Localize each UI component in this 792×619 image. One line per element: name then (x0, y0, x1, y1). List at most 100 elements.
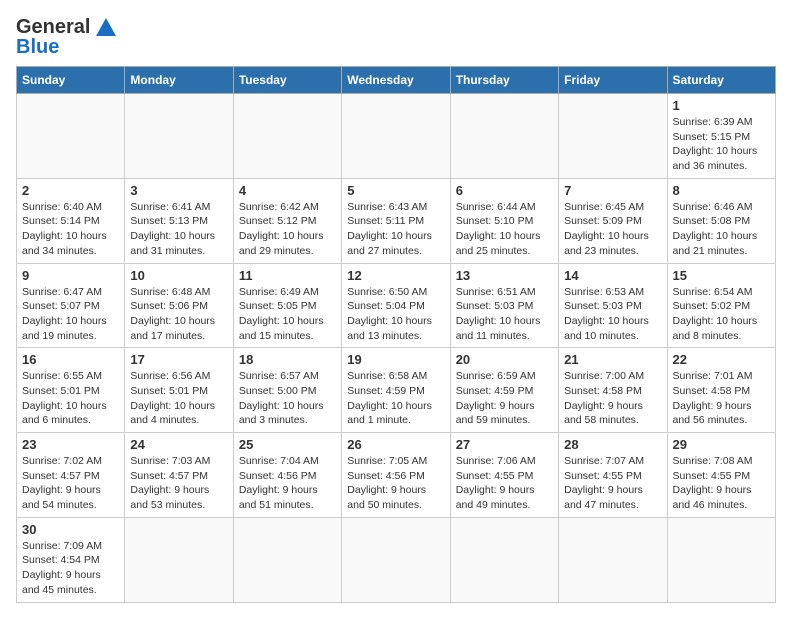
day-number: 26 (347, 437, 444, 452)
weekday-row: SundayMondayTuesdayWednesdayThursdayFrid… (17, 67, 776, 94)
day-number: 30 (22, 522, 119, 537)
logo-blue: Blue (16, 36, 59, 58)
logo-general: General (16, 16, 90, 38)
day-number: 11 (239, 268, 336, 283)
day-info: Sunrise: 6:42 AM Sunset: 5:12 PM Dayligh… (239, 200, 336, 259)
day-number: 8 (673, 183, 770, 198)
day-info: Sunrise: 7:02 AM Sunset: 4:57 PM Dayligh… (22, 454, 119, 513)
day-number: 2 (22, 183, 119, 198)
weekday-header-friday: Friday (559, 67, 667, 94)
day-number: 12 (347, 268, 444, 283)
day-number: 25 (239, 437, 336, 452)
calendar-cell: 1 Sunrise: 6:39 AM Sunset: 5:15 PM Daylig… (667, 94, 775, 179)
calendar-cell: 29 Sunrise: 7:08 AM Sunset: 4:55 PM Dayli… (667, 433, 775, 518)
calendar-week-5: 30 Sunrise: 7:09 AM Sunset: 4:54 PM Dayli… (17, 517, 776, 602)
day-info: Sunrise: 7:06 AM Sunset: 4:55 PM Dayligh… (456, 454, 553, 513)
calendar-cell: 19 Sunrise: 6:58 AM Sunset: 4:59 PM Dayli… (342, 348, 450, 433)
weekday-header-thursday: Thursday (450, 67, 558, 94)
day-info: Sunrise: 6:48 AM Sunset: 5:06 PM Dayligh… (130, 285, 227, 344)
day-number: 13 (456, 268, 553, 283)
calendar-cell: 3 Sunrise: 6:41 AM Sunset: 5:13 PM Daylig… (125, 178, 233, 263)
day-number: 10 (130, 268, 227, 283)
calendar-cell (125, 94, 233, 179)
calendar-cell: 25 Sunrise: 7:04 AM Sunset: 4:56 PM Dayli… (233, 433, 341, 518)
day-info: Sunrise: 6:56 AM Sunset: 5:01 PM Dayligh… (130, 369, 227, 428)
weekday-header-tuesday: Tuesday (233, 67, 341, 94)
day-info: Sunrise: 6:45 AM Sunset: 5:09 PM Dayligh… (564, 200, 661, 259)
calendar-cell (559, 94, 667, 179)
calendar-week-2: 9Sunrise: 6:47 AM Sunset: 5:07 PM Daylig… (17, 263, 776, 348)
day-info: Sunrise: 6:44 AM Sunset: 5:10 PM Dayligh… (456, 200, 553, 259)
day-number: 5 (347, 183, 444, 198)
day-info: Sunrise: 6:43 AM Sunset: 5:11 PM Dayligh… (347, 200, 444, 259)
calendar-cell: 28Sunrise: 7:07 AM Sunset: 4:55 PM Dayli… (559, 433, 667, 518)
calendar-cell: 18Sunrise: 6:57 AM Sunset: 5:00 PM Dayli… (233, 348, 341, 433)
calendar-cell (233, 517, 341, 602)
calendar-cell: 21Sunrise: 7:00 AM Sunset: 4:58 PM Dayli… (559, 348, 667, 433)
logo-triangle-icon (96, 18, 116, 36)
day-number: 20 (456, 352, 553, 367)
day-number: 24 (130, 437, 227, 452)
day-number: 17 (130, 352, 227, 367)
logo: General Blue (16, 16, 116, 58)
calendar-body: 1 Sunrise: 6:39 AM Sunset: 5:15 PM Daylig… (17, 94, 776, 603)
calendar-cell: 12 Sunrise: 6:50 AM Sunset: 5:04 PM Dayli… (342, 263, 450, 348)
day-info: Sunrise: 7:09 AM Sunset: 4:54 PM Dayligh… (22, 539, 119, 598)
calendar-cell (17, 94, 125, 179)
day-info: Sunrise: 6:50 AM Sunset: 5:04 PM Dayligh… (347, 285, 444, 344)
calendar-cell: 11 Sunrise: 6:49 AM Sunset: 5:05 PM Dayli… (233, 263, 341, 348)
day-number: 3 (130, 183, 227, 198)
day-info: Sunrise: 6:49 AM Sunset: 5:05 PM Dayligh… (239, 285, 336, 344)
day-number: 23 (22, 437, 119, 452)
calendar-cell: 10 Sunrise: 6:48 AM Sunset: 5:06 PM Dayli… (125, 263, 233, 348)
calendar-cell: 15Sunrise: 6:54 AM Sunset: 5:02 PM Dayli… (667, 263, 775, 348)
day-info: Sunrise: 7:04 AM Sunset: 4:56 PM Dayligh… (239, 454, 336, 513)
day-info: Sunrise: 6:46 AM Sunset: 5:08 PM Dayligh… (673, 200, 770, 259)
calendar-week-4: 23 Sunrise: 7:02 AM Sunset: 4:57 PM Dayli… (17, 433, 776, 518)
day-info: Sunrise: 6:41 AM Sunset: 5:13 PM Dayligh… (130, 200, 227, 259)
calendar-cell: 17 Sunrise: 6:56 AM Sunset: 5:01 PM Dayli… (125, 348, 233, 433)
day-info: Sunrise: 6:55 AM Sunset: 5:01 PM Dayligh… (22, 369, 119, 428)
calendar-cell: 26Sunrise: 7:05 AM Sunset: 4:56 PM Dayli… (342, 433, 450, 518)
day-number: 1 (673, 98, 770, 113)
day-number: 7 (564, 183, 661, 198)
calendar-header: SundayMondayTuesdayWednesdayThursdayFrid… (17, 67, 776, 94)
calendar-week-1: 2Sunrise: 6:40 AM Sunset: 5:14 PM Daylig… (17, 178, 776, 263)
day-info: Sunrise: 7:03 AM Sunset: 4:57 PM Dayligh… (130, 454, 227, 513)
calendar-cell: 30 Sunrise: 7:09 AM Sunset: 4:54 PM Dayli… (17, 517, 125, 602)
day-info: Sunrise: 6:51 AM Sunset: 5:03 PM Dayligh… (456, 285, 553, 344)
day-info: Sunrise: 6:57 AM Sunset: 5:00 PM Dayligh… (239, 369, 336, 428)
day-info: Sunrise: 6:58 AM Sunset: 4:59 PM Dayligh… (347, 369, 444, 428)
day-info: Sunrise: 7:00 AM Sunset: 4:58 PM Dayligh… (564, 369, 661, 428)
calendar-cell (342, 517, 450, 602)
weekday-header-sunday: Sunday (17, 67, 125, 94)
calendar-cell (559, 517, 667, 602)
calendar-cell: 13 Sunrise: 6:51 AM Sunset: 5:03 PM Dayli… (450, 263, 558, 348)
calendar-cell: 22Sunrise: 7:01 AM Sunset: 4:58 PM Dayli… (667, 348, 775, 433)
calendar-cell: 8 Sunrise: 6:46 AM Sunset: 5:08 PM Daylig… (667, 178, 775, 263)
calendar-cell (450, 94, 558, 179)
weekday-header-monday: Monday (125, 67, 233, 94)
calendar-cell (342, 94, 450, 179)
day-info: Sunrise: 7:08 AM Sunset: 4:55 PM Dayligh… (673, 454, 770, 513)
calendar-cell: 7 Sunrise: 6:45 AM Sunset: 5:09 PM Daylig… (559, 178, 667, 263)
calendar-cell: 27 Sunrise: 7:06 AM Sunset: 4:55 PM Dayli… (450, 433, 558, 518)
day-number: 15 (673, 268, 770, 283)
day-number: 29 (673, 437, 770, 452)
day-number: 19 (347, 352, 444, 367)
calendar-cell: 16 Sunrise: 6:55 AM Sunset: 5:01 PM Dayli… (17, 348, 125, 433)
calendar-cell: 23 Sunrise: 7:02 AM Sunset: 4:57 PM Dayli… (17, 433, 125, 518)
day-info: Sunrise: 7:07 AM Sunset: 4:55 PM Dayligh… (564, 454, 661, 513)
calendar-table: SundayMondayTuesdayWednesdayThursdayFrid… (16, 66, 776, 603)
calendar-cell: 24 Sunrise: 7:03 AM Sunset: 4:57 PM Dayli… (125, 433, 233, 518)
day-info: Sunrise: 6:39 AM Sunset: 5:15 PM Dayligh… (673, 115, 770, 174)
day-info: Sunrise: 6:59 AM Sunset: 4:59 PM Dayligh… (456, 369, 553, 428)
calendar-cell: 4 Sunrise: 6:42 AM Sunset: 5:12 PM Daylig… (233, 178, 341, 263)
day-number: 22 (673, 352, 770, 367)
day-number: 16 (22, 352, 119, 367)
calendar-cell: 2Sunrise: 6:40 AM Sunset: 5:14 PM Daylig… (17, 178, 125, 263)
day-number: 6 (456, 183, 553, 198)
calendar-cell (125, 517, 233, 602)
day-number: 27 (456, 437, 553, 452)
day-number: 4 (239, 183, 336, 198)
